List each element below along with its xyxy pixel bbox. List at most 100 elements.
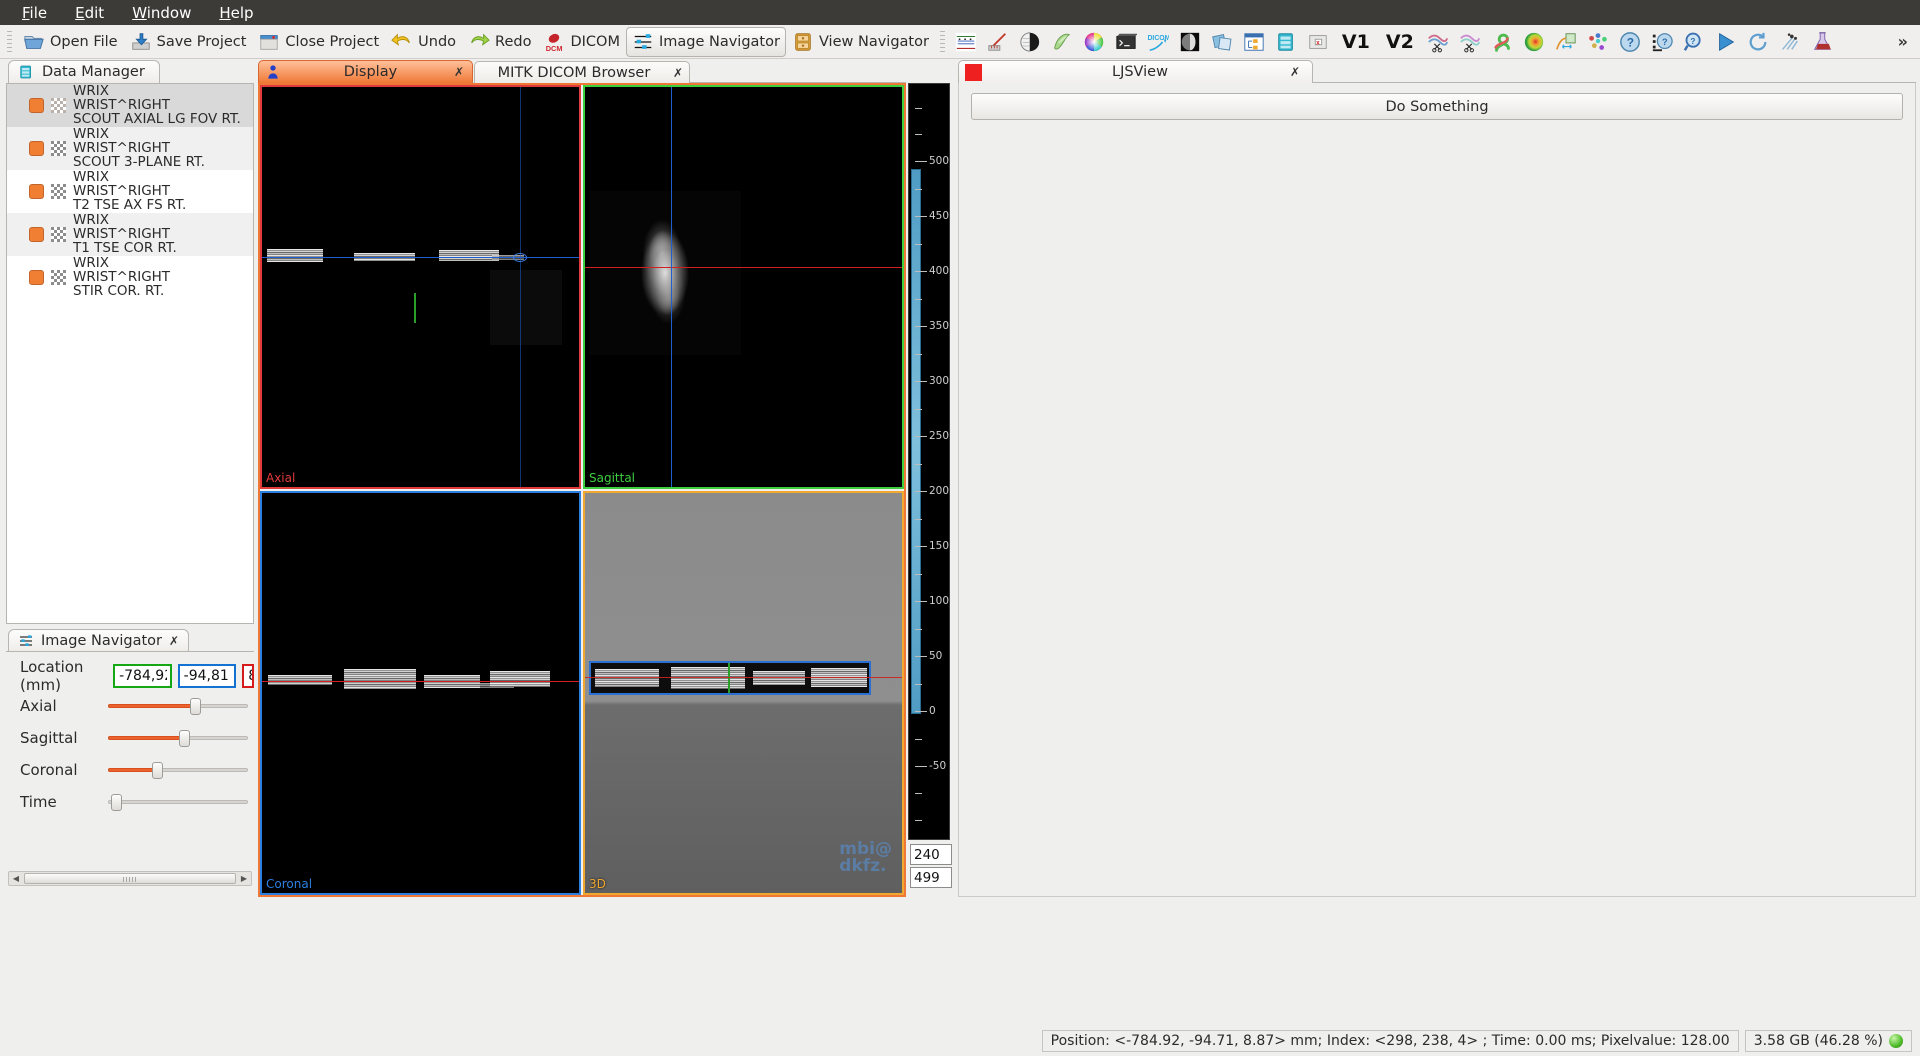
menu-window[interactable]: Window (118, 2, 205, 24)
dicom-import-button[interactable]: DICOM (1142, 27, 1174, 57)
data-manager-tree[interactable]: WRIX WRIST^RIGHT SCOUT AXIAL LG FOV RT. … (6, 83, 254, 624)
level-window-widget[interactable]: 500 450 400 350 300 250 200 150 100 50 0… (908, 83, 950, 840)
brain-atlas-button[interactable] (1014, 27, 1046, 57)
render-window-coronal[interactable]: Coronal (260, 491, 581, 895)
redo-button[interactable]: Redo (462, 27, 537, 57)
tractography-button[interactable] (1486, 27, 1518, 57)
fiber-scissors-2-button[interactable] (1454, 27, 1486, 57)
horizontal-scrollbar[interactable]: ◀ ▶ (8, 871, 252, 886)
memory-usage-cell[interactable]: 3.58 GB (46.28 %) (1744, 1030, 1912, 1052)
slider-handle[interactable] (110, 794, 122, 811)
tab-data-manager[interactable]: Data Manager (8, 60, 160, 83)
table-row[interactable]: WRIX WRIST^RIGHT STIR COR. RT. (7, 256, 253, 299)
fiducials-button[interactable] (1774, 27, 1806, 57)
close-project-button[interactable]: Close Project (252, 27, 385, 57)
tab-mitk-dicom-browser[interactable]: MITK DICOM Browser ✗ (474, 61, 690, 83)
location-z-input[interactable] (244, 666, 253, 686)
slider-time[interactable] (108, 791, 248, 813)
dicom-import-icon: DICOM (1147, 35, 1169, 51)
image-navigator-button[interactable]: Image Navigator (625, 26, 786, 57)
visibility-checkbox[interactable] (29, 183, 44, 199)
v1-button[interactable]: V1 (1334, 27, 1378, 57)
datastorage-button[interactable] (1270, 27, 1302, 57)
color-wheel-button[interactable] (1078, 27, 1110, 57)
help-contents-button[interactable]: ? (1646, 27, 1678, 57)
scroll-right-icon[interactable]: ▶ (237, 874, 251, 883)
toolbar-grip[interactable] (5, 30, 14, 53)
reset-button[interactable] (1742, 27, 1774, 57)
table-row[interactable]: WRIX WRIST^RIGHT T2 TSE AX FS RT. (7, 170, 253, 213)
tab-display[interactable]: Display ✗ (258, 60, 473, 83)
window-value-input[interactable]: 499 (910, 867, 952, 888)
v2-button[interactable]: V2 (1378, 27, 1422, 57)
render-window-3d[interactable]: mbi@ dkfz. 3D (583, 491, 904, 895)
location-x-spinbox[interactable]: ▲▼ (113, 664, 172, 688)
slider-fill (108, 736, 184, 740)
properties-button[interactable] (1238, 27, 1270, 57)
slider-handle[interactable] (189, 698, 201, 715)
slider-sagittal[interactable] (108, 727, 248, 749)
surface-button[interactable] (1046, 27, 1078, 57)
open-file-button[interactable]: Open File (17, 27, 124, 57)
flask-icon (1813, 31, 1831, 50)
render-window-axial[interactable]: Axial (260, 85, 581, 489)
render-window-sagittal[interactable]: Sagittal (583, 85, 904, 489)
status-position-text: Position: <-784.92, -94.71, 8.87> mm; In… (1050, 1033, 1730, 1049)
location-x-spin-buttons[interactable]: ▲▼ (171, 666, 172, 686)
location-y-spinbox[interactable]: ▲▼ (177, 664, 237, 688)
visibility-checkbox[interactable] (29, 269, 44, 285)
undo-button[interactable]: Undo (385, 27, 462, 57)
visibility-checkbox[interactable] (29, 226, 44, 242)
tab-image-navigator[interactable]: Image Navigator ✗ (8, 629, 190, 651)
table-row[interactable]: WRIX WRIST^RIGHT SCOUT 3-PLANE RT. (7, 127, 253, 170)
scrollbar-thumb[interactable] (24, 873, 236, 884)
location-y-input[interactable] (179, 666, 235, 686)
close-icon[interactable]: ✗ (454, 66, 464, 78)
close-icon[interactable]: ✗ (673, 67, 683, 79)
view-navigator-button[interactable]: View Navigator (786, 27, 935, 57)
save-project-button[interactable]: Save Project (124, 27, 253, 57)
table-row[interactable]: WRIX WRIST^RIGHT T1 TSE COR RT. (7, 213, 253, 256)
plot-button[interactable] (1550, 27, 1582, 57)
connectomics-button[interactable] (1582, 27, 1614, 57)
toolbar-overflow-button[interactable]: » (1888, 32, 1918, 51)
toolbar-grip-2[interactable] (937, 30, 947, 53)
table-row[interactable]: WRIX WRIST^RIGHT SCOUT AXIAL LG FOV RT. (7, 84, 253, 127)
search-button[interactable]: ? (1678, 27, 1710, 57)
location-z-spinbox[interactable] (242, 664, 254, 688)
close-icon[interactable]: ✗ (169, 635, 179, 647)
heatmap-button[interactable] (1518, 27, 1550, 57)
slider-axial[interactable] (108, 695, 248, 717)
remove-button[interactable]: x (1302, 27, 1334, 57)
dicom-button[interactable]: DCM DICOM (537, 27, 626, 57)
window-value: 499 (914, 869, 940, 886)
location-x-input[interactable] (115, 666, 170, 686)
measurement-button[interactable] (982, 27, 1014, 57)
slider-coronal[interactable] (108, 759, 248, 781)
registration-button[interactable] (1206, 27, 1238, 57)
menu-file[interactable]: File (8, 2, 61, 24)
segmentation-button[interactable] (950, 27, 982, 57)
help-button[interactable]: ? (1614, 27, 1646, 57)
flask-button[interactable] (1806, 27, 1838, 57)
redo-icon (471, 33, 490, 46)
tab-ljsview[interactable]: LJSView ✗ (958, 60, 1313, 83)
fiber-scissors-button[interactable] (1422, 27, 1454, 57)
help-icon: ? (1619, 31, 1640, 52)
slider-handle[interactable] (178, 730, 190, 747)
play-button[interactable] (1710, 27, 1742, 57)
slider-label-axial: Axial (20, 697, 57, 715)
scroll-left-icon[interactable]: ◀ (9, 874, 23, 883)
visibility-checkbox[interactable] (29, 140, 44, 156)
menu-edit[interactable]: Edit (61, 2, 118, 24)
console-button[interactable] (1110, 27, 1142, 57)
menu-help[interactable]: Help (205, 2, 267, 24)
close-icon[interactable]: ✗ (1290, 66, 1300, 78)
do-something-button[interactable]: Do Something (971, 93, 1903, 120)
level-value-input[interactable]: 240 (910, 844, 952, 865)
image-statistics-button[interactable] (1174, 27, 1206, 57)
svg-text:?: ? (1627, 35, 1634, 49)
slider-handle[interactable] (152, 762, 163, 779)
visibility-checkbox[interactable] (29, 97, 44, 113)
location-y-spin-buttons[interactable]: ▲▼ (236, 666, 237, 686)
